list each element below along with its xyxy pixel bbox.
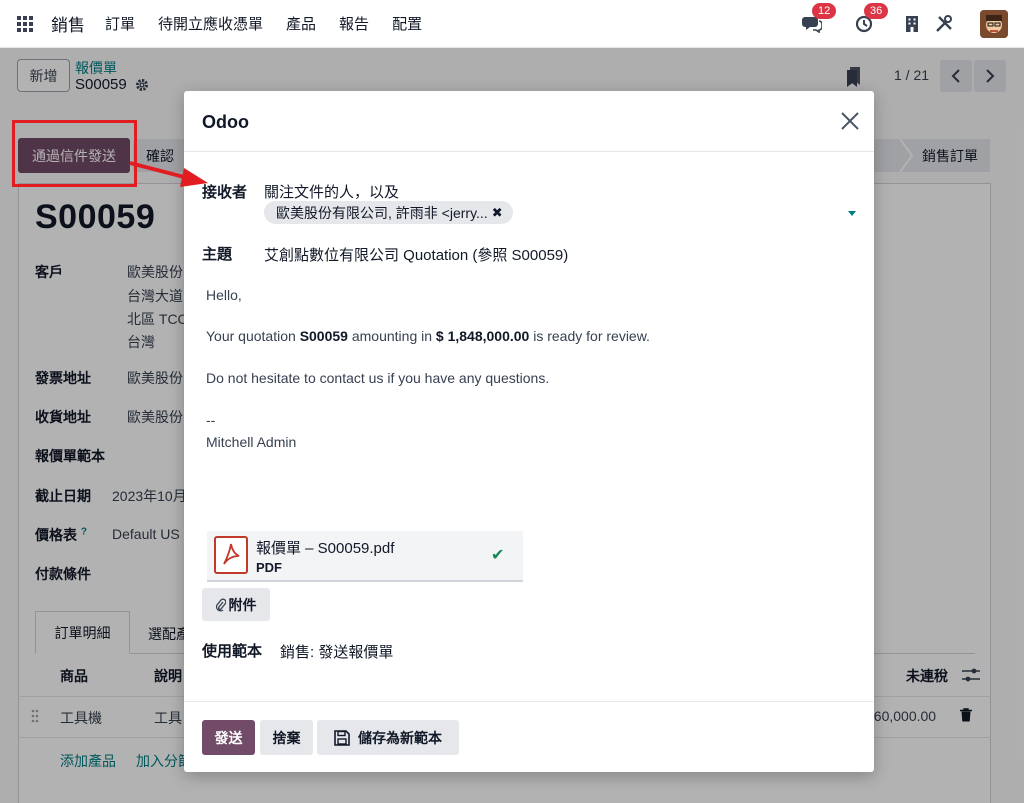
send-button[interactable]: 發送 — [202, 720, 255, 755]
paperclip-icon — [215, 598, 226, 611]
remove-tag-icon[interactable]: ✖ — [492, 205, 503, 221]
template-label: 使用範本 — [202, 643, 263, 660]
messages-button[interactable]: 12 — [800, 3, 837, 36]
subject-input[interactable]: 艾創點數位有限公司 Quotation (參照 S00059) — [264, 244, 568, 265]
menu-to-invoice[interactable]: 待開立應收憑單 — [158, 13, 263, 34]
body-quote-ref: S00059 — [299, 328, 348, 344]
company-switcher[interactable] — [900, 12, 924, 36]
body-signature-name: Mitchell Admin — [206, 434, 297, 450]
check-icon: ✔ — [491, 547, 505, 564]
avatar-face-icon — [980, 10, 1008, 38]
app-brand[interactable]: 銷售 — [51, 11, 85, 36]
menu-products[interactable]: 產品 — [286, 13, 316, 34]
recipients-hint: 關注文件的人，以及 — [264, 184, 400, 201]
floppy-disk-icon — [334, 729, 350, 746]
menu-configuration[interactable]: 配置 — [392, 13, 422, 34]
close-icon[interactable] — [840, 111, 860, 131]
subject-label: 主題 — [202, 246, 233, 263]
discard-button[interactable]: 捨棄 — [260, 720, 313, 755]
activities-button[interactable]: 36 — [852, 3, 889, 36]
body-amount: $ 1,848,000.00 — [435, 328, 530, 344]
body-line-mid: amounting in — [347, 328, 436, 344]
building-icon — [906, 16, 918, 32]
compose-email-dialog: Odoo 接收者 關注文件的人，以及 歐美股份有限公司, 許雨非 <jerry.… — [184, 91, 874, 772]
save-template-label: 儲存為新範本 — [358, 729, 442, 746]
attachment-name: 報價單 – S00059.pdf — [256, 540, 395, 557]
systray: 12 36 — [800, 0, 1024, 48]
user-avatar[interactable] — [980, 10, 1008, 38]
recipient-tag-label: 歐美股份有限公司, 許雨非 <jerry... — [276, 204, 488, 221]
body-greeting: Hello, — [206, 287, 242, 303]
body-line-prefix: Your quotation — [206, 328, 300, 344]
body-contact-line: Do not hesitate to contact us if you hav… — [206, 370, 550, 386]
tools-icon — [936, 15, 952, 32]
body-line-suffix: is ready for review. — [529, 328, 650, 344]
attachment-card[interactable]: 報價單 – S00059.pdf PDF ✔ — [207, 531, 523, 582]
debug-tools-button[interactable] — [932, 12, 956, 36]
messages-badge: 12 — [812, 3, 837, 19]
dialog-title: Odoo — [202, 112, 249, 132]
recipient-tag[interactable]: 歐美股份有限公司, 許雨非 <jerry... ✖ — [264, 201, 513, 224]
apps-menu-icon[interactable] — [17, 15, 33, 32]
annotation-arrow-icon — [129, 161, 208, 187]
recipients-dropdown-icon[interactable] — [848, 211, 856, 216]
body-quotation-line: Your quotation S00059 amounting in $ 1,8… — [206, 328, 650, 344]
menu-reporting[interactable]: 報告 — [339, 13, 369, 34]
pdf-file-icon — [214, 536, 248, 574]
attach-button-label: 附件 — [228, 596, 257, 613]
save-as-template-button[interactable]: 儲存為新範本 — [317, 720, 459, 755]
template-field[interactable]: 銷售: 發送報價單 — [280, 641, 393, 662]
dialog-header: Odoo — [184, 91, 874, 152]
attachment-type: PDF — [256, 560, 282, 575]
activities-badge: 36 — [864, 3, 889, 19]
attach-file-button[interactable]: 附件 — [202, 588, 270, 621]
body-signature-separator: -- — [206, 412, 216, 428]
annotation-highlight-box — [12, 120, 137, 187]
top-navbar: 銷售 訂單 待開立應收憑單 產品 報告 配置 12 36 — [0, 0, 1024, 48]
menu-orders[interactable]: 訂單 — [105, 13, 135, 34]
